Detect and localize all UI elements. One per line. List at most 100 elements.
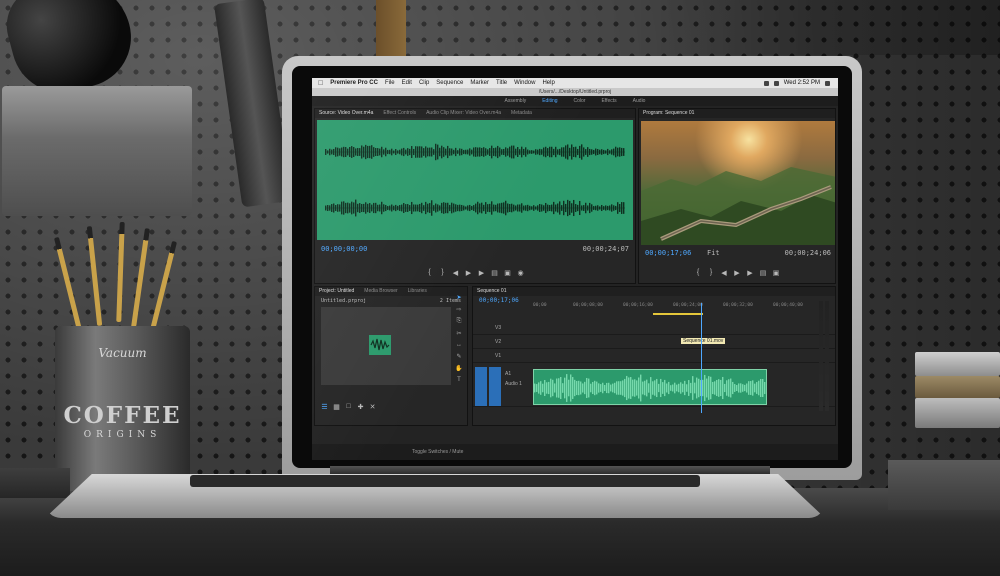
tab-program[interactable]: Program: Sequence 01 — [643, 109, 694, 118]
workspace-bar: Assembly Editing Color Effects Audio — [312, 96, 838, 106]
apple-icon[interactable]:  — [318, 80, 323, 87]
tab-source[interactable]: Source: Video Over.m4a — [319, 109, 373, 118]
menu-title[interactable]: Title — [496, 80, 507, 86]
battery-icon[interactable] — [773, 80, 779, 86]
insert-icon[interactable]: ▤ — [491, 269, 498, 277]
track-v3[interactable]: V3 — [473, 321, 835, 335]
menu-marker[interactable]: Marker — [470, 80, 489, 86]
project-panel: Project: Untitled Media Browser Librarie… — [314, 286, 468, 426]
track-name: V2 — [495, 339, 502, 345]
track-name: V3 — [495, 325, 502, 331]
selection-tool-icon[interactable]: ➤ — [456, 294, 461, 301]
menu-help[interactable]: Help — [542, 80, 554, 86]
track-v2[interactable]: V2 Sequence 01.mov — [473, 335, 835, 349]
hand-tool-icon[interactable]: ✋ — [455, 365, 462, 372]
timeline-panel: Sequence 01 00;00;17;06 00;00 00;00;08;0… — [472, 286, 836, 426]
tab-metadata[interactable]: Metadata — [511, 109, 532, 118]
menu-clip[interactable]: Clip — [419, 80, 429, 86]
audio-waveform-channel-2 — [325, 199, 625, 217]
tab-media-browser[interactable]: Media Browser — [364, 287, 397, 296]
status-bar: Toggle Switches / Mute — [312, 444, 838, 460]
source-transport: { } ◀ ▶ ▶ ▤ ▣ ◉ — [315, 269, 635, 277]
audio-clip[interactable] — [533, 369, 767, 405]
mark-in-icon[interactable]: { — [695, 269, 702, 276]
ruler-label: 00;00;32;00 — [723, 303, 753, 308]
tab-sequence-01[interactable]: Sequence 01 — [477, 287, 506, 296]
menu-file[interactable]: File — [385, 80, 395, 86]
project-path: Untitled.prproj — [321, 298, 367, 304]
menu-window[interactable]: Window — [514, 80, 535, 86]
new-bin-icon[interactable]: □ — [345, 403, 352, 410]
menu-edit[interactable]: Edit — [402, 80, 412, 86]
program-video-frame[interactable] — [641, 121, 835, 245]
timeline-tabs: Sequence 01 — [473, 287, 835, 296]
overwrite-icon[interactable]: ▣ — [504, 269, 511, 277]
playhead[interactable] — [701, 303, 702, 413]
status-area: Wed 2:52 PM — [763, 78, 830, 88]
workspace-assembly[interactable]: Assembly — [505, 96, 527, 106]
time-ruler[interactable]: 00;00 00;00;08;00 00;00;16;00 00;00;24;0… — [533, 303, 831, 311]
pen-tool-icon[interactable]: ✎ — [456, 353, 461, 360]
desk-box — [0, 468, 70, 498]
source-waveform[interactable] — [317, 120, 633, 240]
menu-app-name[interactable]: Premiere Pro CC — [330, 80, 378, 86]
play-icon[interactable]: ▶ — [465, 269, 472, 277]
mug-brand: Vacuum — [98, 346, 147, 360]
program-fit[interactable]: Fit — [707, 249, 720, 257]
mark-out-icon[interactable]: } — [708, 269, 715, 276]
tab-audio-clip-mixer[interactable]: Audio Clip Mixer: Video Over.m4a — [426, 109, 501, 118]
lift-icon[interactable]: ▤ — [760, 269, 767, 277]
program-timecode[interactable]: 00;00;17;06 — [645, 249, 691, 257]
menu-sequence[interactable]: Sequence — [436, 80, 463, 86]
work-area-bar[interactable] — [653, 313, 703, 315]
mark-in-icon[interactable]: { — [426, 269, 433, 276]
video-clip[interactable]: Sequence 01.mov — [681, 338, 726, 344]
step-forward-icon[interactable]: ▶ — [747, 269, 754, 277]
play-icon[interactable]: ▶ — [734, 269, 741, 277]
razor-tool-icon[interactable]: ✂ — [456, 330, 461, 337]
tools-panel: ➤ ⇨ ⎘ ✂ ↔ ✎ ✋ T — [454, 294, 464, 383]
icon-view-icon[interactable]: ▦ — [333, 403, 340, 411]
mark-out-icon[interactable]: } — [439, 269, 446, 276]
track-select-icon[interactable]: ⇨ — [456, 306, 461, 313]
spiral-notebook — [915, 352, 1000, 376]
step-back-icon[interactable]: ◀ — [721, 269, 728, 277]
source-monitor: Source: Video Over.m4a Effect Controls A… — [314, 108, 636, 284]
workspace-audio[interactable]: Audio — [633, 96, 646, 106]
ruler-label: 00;00;40;00 — [773, 303, 803, 308]
audio-meter-left — [819, 301, 823, 411]
mug-word: COFFEE — [63, 402, 182, 429]
tab-project[interactable]: Project: Untitled — [319, 287, 354, 296]
source-duration: 00;00;24;07 — [582, 245, 629, 253]
workspace-effects[interactable]: Effects — [601, 96, 616, 106]
trash-icon[interactable]: ✕ — [369, 403, 376, 411]
track-label: Audio 1 — [505, 381, 522, 387]
track-v1[interactable]: V1 — [473, 349, 835, 363]
program-duration: 00;00;24;06 — [784, 249, 831, 257]
new-item-icon[interactable]: ✚ — [357, 403, 364, 411]
export-frame-icon[interactable]: ◉ — [517, 269, 524, 277]
clock[interactable]: Wed 2:52 PM — [784, 80, 820, 86]
tab-libraries[interactable]: Libraries — [408, 287, 427, 296]
track-name: V1 — [495, 353, 502, 359]
source-tabs: Source: Video Over.m4a Effect Controls A… — [315, 109, 635, 118]
track-a1[interactable]: A1 Audio 1 — [473, 367, 835, 407]
clip-thumbnail[interactable] — [369, 335, 391, 355]
window-title: /Users/.../Desktop/Untitled.prproj — [312, 88, 838, 96]
timeline-timecode[interactable]: 00;00;17;06 — [479, 297, 519, 304]
list-view-icon[interactable]: ☰ — [321, 403, 328, 411]
wifi-icon[interactable] — [763, 80, 769, 86]
ripple-edit-icon[interactable]: ⎘ — [457, 318, 462, 325]
workspace-color[interactable]: Color — [574, 96, 586, 106]
slip-tool-icon[interactable]: ↔ — [456, 342, 462, 348]
workspace-editing[interactable]: Editing — [542, 96, 557, 106]
mug-sub: ORIGINS — [83, 430, 162, 440]
type-tool-icon[interactable]: T — [457, 377, 461, 383]
step-forward-icon[interactable]: ▶ — [478, 269, 485, 277]
project-bin[interactable] — [321, 307, 451, 385]
source-timecode[interactable]: 00;00;00;00 — [321, 245, 367, 253]
tab-effect-controls[interactable]: Effect Controls — [383, 109, 416, 118]
step-back-icon[interactable]: ◀ — [452, 269, 459, 277]
search-icon[interactable] — [825, 80, 830, 86]
extract-icon[interactable]: ▣ — [773, 269, 780, 277]
